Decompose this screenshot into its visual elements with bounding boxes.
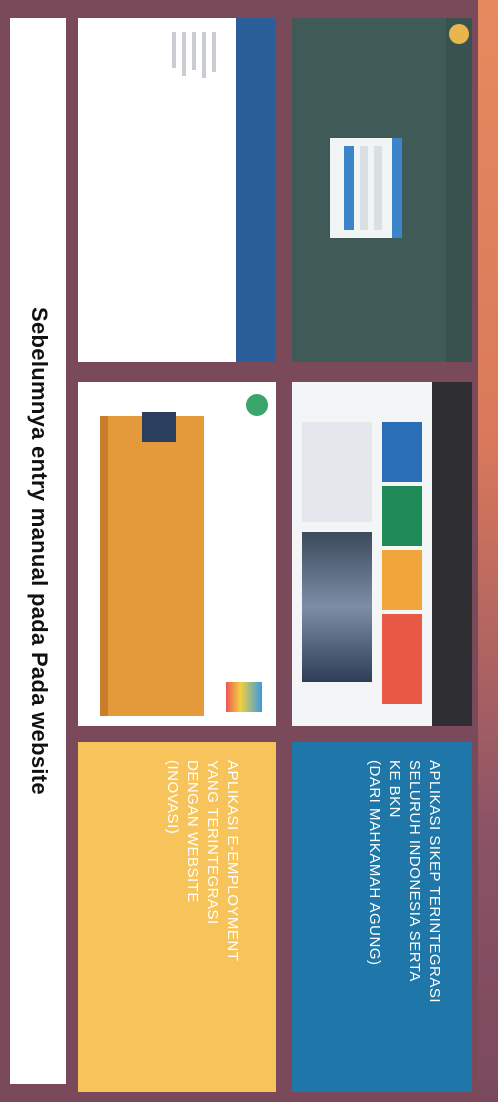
list-item [172,32,176,68]
website-header [236,18,276,362]
photo-stage: APLIKASI SIKEP TERINTEGRASI SELURUH INDO… [0,0,498,1102]
dashboard-tile-orange [382,550,422,610]
list-item [192,32,196,70]
screenshot-website-list [78,18,276,362]
yellow-line-3: DENGAN WEBSITE [184,760,201,903]
top-gradient-strip [478,0,498,1102]
caption-bar: Sebelumnya entry manual pada Pada websit… [10,18,66,1084]
yellow-line-4: (INOVASI) [164,760,181,835]
site-logo-icon [246,394,268,416]
blue-block-text: APLIKASI SIKEP TERINTEGRASI SELURUH INDO… [364,760,444,1003]
list-item [202,32,206,78]
yellow-block-text: APLIKASI E-EMPLOYMENT YANG TERINTEGRASI … [162,760,242,961]
dashboard-list [302,422,372,522]
orange-footer-band [100,416,108,716]
orange-hero-band [108,416,204,716]
yellow-line-1: APLIKASI E-EMPLOYMENT [224,760,241,962]
login-header-bar [446,18,472,362]
username-field [374,146,382,230]
blue-line-3: KE BKN [386,760,403,819]
blue-line-4: (DARI MAHKAMAH AGUNG) [366,760,383,966]
dashboard-tile-red [382,614,422,704]
dashboard-tile-blue [382,422,422,482]
screenshot-e-employment-website [78,382,276,726]
profile-photo [142,412,176,442]
blue-line-2: SELURUH INDONESIA SERTA [406,760,423,982]
caption-text: Sebelumnya entry manual pada Pada websit… [27,307,52,795]
login-form [330,138,402,238]
list-item [212,32,216,72]
yellow-line-2: YANG TERINTEGRASI [204,760,221,925]
partner-logo-icon [226,682,262,712]
dashboard-sidebar [432,382,472,726]
yellow-info-block: APLIKASI E-EMPLOYMENT YANG TERINTEGRASI … [78,742,276,1092]
list-item [182,32,186,76]
screenshot-login-app [292,18,472,362]
blue-info-block: APLIKASI SIKEP TERINTEGRASI SELURUH INDO… [292,742,472,1092]
login-button [344,146,354,230]
app-logo-icon [449,24,469,44]
screenshot-dashboard [292,382,472,726]
password-field [360,146,368,230]
dashboard-tile-green [382,486,422,546]
blue-line-1: APLIKASI SIKEP TERINTEGRASI [426,760,443,1004]
dashboard-photo-banner [302,532,372,682]
presentation-slide: APLIKASI SIKEP TERINTEGRASI SELURUH INDO… [0,0,498,1102]
